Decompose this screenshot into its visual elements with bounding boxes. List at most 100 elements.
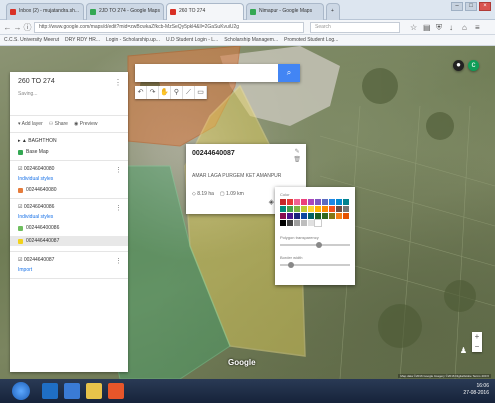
preview-button[interactable]: ◉ Preview [74, 121, 98, 127]
layer-options-icon[interactable]: ⋮ [115, 204, 122, 212]
layer-options-icon[interactable]: ⋮ [115, 257, 122, 265]
color-swatch[interactable] [280, 206, 286, 212]
color-swatch[interactable] [301, 199, 307, 205]
bookmark-item[interactable]: Promoted Student Log... [284, 37, 338, 43]
color-swatch[interactable] [294, 220, 300, 226]
color-swatch[interactable] [308, 220, 314, 226]
layer-style-link[interactable]: Individual styles [18, 214, 120, 220]
color-swatch[interactable] [280, 220, 286, 226]
color-swatch[interactable] [294, 199, 300, 205]
color-swatch[interactable] [336, 199, 342, 205]
ruler-icon[interactable]: ▭ [195, 86, 207, 99]
hand-icon[interactable]: ✋ [159, 86, 171, 99]
map-search-box[interactable]: ⌕ [135, 64, 300, 82]
color-swatch[interactable] [308, 206, 314, 212]
system-tray[interactable]: 16:06 27-08-2016 [463, 383, 489, 397]
color-swatch[interactable] [301, 213, 307, 219]
color-swatch[interactable] [329, 199, 335, 205]
color-swatch[interactable] [287, 206, 293, 212]
browser-tab[interactable]: Inbox (2) - mujatandra.sh... [6, 3, 84, 20]
opacity-slider[interactable] [280, 242, 350, 248]
marker-icon[interactable]: ⚲ [171, 86, 183, 99]
browser-tab[interactable]: Nimapur - Google Maps [246, 3, 324, 20]
border-slider[interactable] [280, 262, 350, 268]
bookmark-item[interactable]: DRY RDY HR... [65, 37, 100, 43]
color-swatch[interactable] [308, 199, 314, 205]
download-icon[interactable]: ↓ [449, 23, 453, 32]
base-layer-title[interactable]: ▸ ▲ BAGHTHON [18, 138, 120, 144]
color-swatch[interactable] [294, 206, 300, 212]
close-icon[interactable]: × [479, 2, 491, 11]
star-icon[interactable]: ☆ [410, 23, 417, 32]
layer-feature-item[interactable]: 002446400086 [18, 225, 120, 231]
bookmark-item[interactable]: Login - Scholarship.up... [106, 37, 160, 43]
color-swatch[interactable] [329, 206, 335, 212]
color-swatch[interactable] [336, 206, 342, 212]
more-options-icon[interactable]: ⋮ [114, 78, 122, 87]
layer-style-link[interactable]: Individual styles [18, 176, 120, 182]
maximize-icon[interactable]: □ [465, 2, 477, 11]
avatar[interactable]: c [468, 60, 479, 71]
bookmark-item[interactable]: Scholarship Managem... [224, 37, 278, 43]
add-layer-button[interactable]: ▾ Add layer [18, 121, 43, 127]
zoom-out-icon[interactable]: − [472, 342, 482, 352]
bookmark-item[interactable]: C.C.S. University Meerut [4, 37, 59, 43]
delete-icon[interactable]: 🗑 [293, 156, 301, 164]
layer-feature-item[interactable]: 00244640080 [18, 187, 120, 193]
color-swatch[interactable] [329, 213, 335, 219]
color-swatch[interactable] [301, 206, 307, 212]
undo-icon[interactable]: ↶ [135, 86, 147, 99]
bookmark-item[interactable]: U.D Student Login - L... [166, 37, 218, 43]
menu-icon[interactable]: ≡ [475, 23, 480, 32]
share-button[interactable]: ⚇ Share [49, 121, 68, 127]
color-swatch[interactable] [287, 213, 293, 219]
map-title[interactable]: 260 TO 274 [18, 78, 120, 85]
search-icon[interactable]: ⌕ [278, 64, 300, 82]
url-input[interactable]: http://www.google.com/maps/d/edit?mid=zw… [34, 22, 304, 33]
layer-title[interactable]: ☑ 00246040086 [18, 204, 120, 210]
zoom-in-icon[interactable]: + [472, 332, 482, 342]
color-swatch[interactable] [343, 213, 349, 219]
layer-title[interactable]: ☑ 00244640087 [18, 257, 120, 263]
map-canvas[interactable]: ⌕ ↶ ↷ ✋ ⚲ ⟋ ▭ 260 TO 274 Saving... ⋮ ▾ A… [0, 46, 495, 379]
minimize-icon[interactable]: – [451, 2, 463, 11]
style-bucket-icon[interactable]: ◈ [269, 198, 274, 206]
color-swatch[interactable] [294, 213, 300, 219]
pegman-icon[interactable]: ♟ [459, 346, 468, 355]
color-swatch[interactable] [301, 220, 307, 226]
color-swatch[interactable] [336, 213, 342, 219]
color-swatch[interactable] [314, 219, 322, 227]
start-button[interactable] [12, 382, 30, 400]
layer-style-link[interactable]: Import [18, 267, 120, 273]
color-swatch[interactable] [315, 213, 321, 219]
color-swatch[interactable] [315, 206, 321, 212]
layer-feature-item[interactable]: 002446440087 [10, 236, 128, 246]
shield-icon[interactable]: ⛨ [436, 23, 442, 32]
color-swatch[interactable] [343, 206, 349, 212]
color-swatch[interactable] [322, 199, 328, 205]
home-icon[interactable]: ⌂ [462, 23, 467, 32]
ie-icon[interactable] [42, 383, 58, 399]
back-icon[interactable]: ← [3, 23, 12, 32]
layer-title[interactable]: ☑ 00246040080 [18, 166, 120, 172]
browser-tab[interactable]: 260 TO 274 [166, 3, 244, 20]
folder-icon[interactable] [86, 383, 102, 399]
firefox-icon[interactable] [108, 383, 124, 399]
redo-icon[interactable]: ↷ [147, 86, 159, 99]
browser-search-input[interactable]: Search [310, 22, 400, 33]
forward-icon[interactable]: → [13, 23, 22, 32]
reading-list-icon[interactable]: ▤ [423, 23, 431, 32]
color-swatch[interactable] [287, 199, 293, 205]
color-swatch[interactable] [343, 199, 349, 205]
color-swatch[interactable] [287, 220, 293, 226]
color-swatch[interactable] [308, 213, 314, 219]
new-tab-button[interactable]: + [326, 3, 340, 20]
color-swatch[interactable] [315, 199, 321, 205]
color-swatch[interactable] [322, 213, 328, 219]
account-icon[interactable]: ● [453, 60, 464, 71]
line-icon[interactable]: ⟋ [183, 86, 195, 99]
color-swatch[interactable] [322, 206, 328, 212]
browser-tab[interactable]: 2JD TO 274 - Google Maps [86, 3, 164, 20]
color-swatch[interactable] [280, 199, 286, 205]
edit-icon[interactable]: ✎ [293, 148, 301, 156]
